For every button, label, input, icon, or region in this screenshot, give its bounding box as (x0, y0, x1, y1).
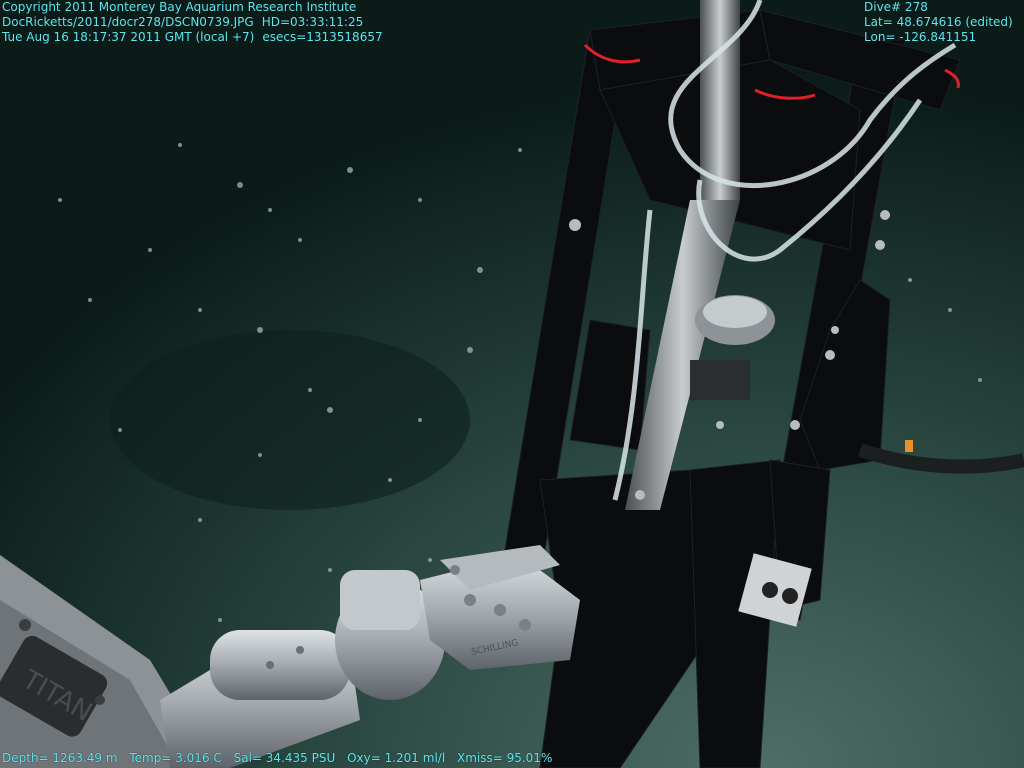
orange-tag (905, 440, 913, 452)
seafloor-scene: SCHILLING TITAN (0, 0, 1024, 768)
esecs: esecs=1313518657 (262, 30, 383, 44)
hd-timecode: HD=03:33:11:25 (261, 15, 364, 29)
dive-number: Dive# 278 (864, 0, 928, 14)
oxygen: Oxy= 1.201 ml/l (347, 751, 446, 765)
copyright-text: Copyright 2011 Monterey Bay Aquarium Res… (2, 0, 357, 14)
transmissometer: Xmiss= 95.01% (456, 751, 553, 765)
file-path: DocRicketts/2011/docr278/DSCN0739.JPG (2, 15, 254, 29)
overlay-top-left: Copyright 2011 Monterey Bay Aquarium Res… (2, 0, 383, 45)
seafloor-shadow (110, 330, 470, 510)
depth: Depth= 1263.49 m (2, 751, 118, 765)
time-info: Tue Aug 16 18:17:37 2011 GMT (local +7) e… (2, 30, 383, 45)
timestamp: Tue Aug 16 18:17:37 2011 GMT (local +7) (2, 30, 255, 44)
temperature: Temp= 3.016 C (129, 751, 222, 765)
overlay-top-right: Dive# 278 Lat= 48.674616 (edited) Lon= -… (864, 0, 1013, 45)
latitude: Lat= 48.674616 (edited) (864, 15, 1013, 29)
overlay-bottom: Depth= 1263.49 m Temp= 3.016 C Sal= 34.4… (2, 751, 552, 766)
file-info: DocRicketts/2011/docr278/DSCN0739.JPG HD=… (2, 15, 383, 30)
salinity: Sal= 34.435 PSU (233, 751, 336, 765)
longitude: Lon= -126.841151 (864, 30, 977, 44)
